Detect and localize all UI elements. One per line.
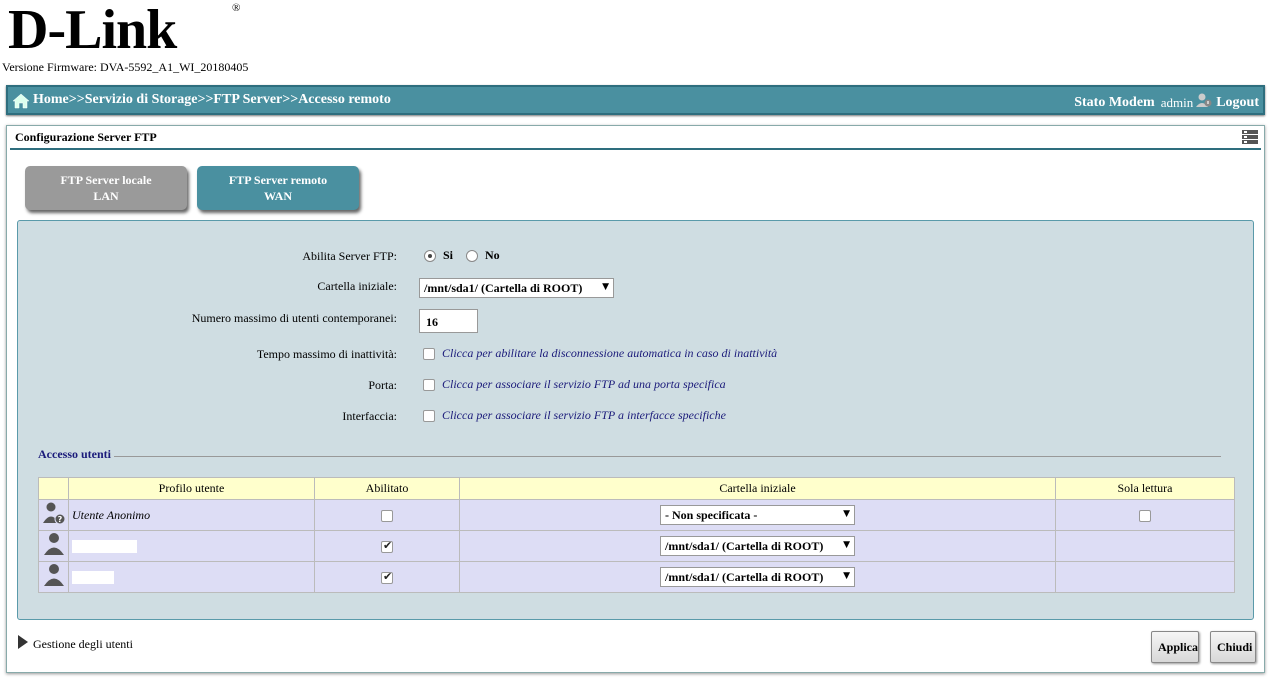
- header-sola-lettura: Sola lettura: [1055, 477, 1235, 500]
- table-row: ? Utente Anonimo - Non specificata - ▼: [38, 499, 1235, 531]
- tempo-checkbox[interactable]: [423, 348, 435, 361]
- tempo-label: Tempo massimo di inattività:: [256, 347, 397, 361]
- table-row: /mnt/sda1/ (Cartella di ROOT) ▼: [38, 561, 1235, 593]
- user-folder-value: - Non specificata -: [665, 508, 758, 522]
- table-row: /mnt/sda1/ (Cartella di ROOT) ▼: [38, 530, 1235, 562]
- header-icon-col: [38, 477, 69, 500]
- panel-divider: [10, 148, 1261, 150]
- caret-right-icon: [17, 634, 29, 654]
- abilita-label: Abilita Server FTP:: [302, 249, 397, 263]
- abilitato-cell: [314, 499, 460, 531]
- cartella-select[interactable]: /mnt/sda1/ (Cartella di ROOT) ▼: [419, 278, 614, 298]
- interfaccia-hint: Clicca per associare il servizio FTP a i…: [442, 408, 726, 422]
- chiudi-button[interactable]: Chiudi: [1210, 631, 1256, 663]
- home-icon[interactable]: [12, 93, 30, 114]
- firmware-version: Versione Firmware: DVA-5592_A1_WI_201804…: [2, 60, 249, 74]
- tab-lan-line1: FTP Server locale: [60, 173, 152, 187]
- chevron-down-icon: ▼: [843, 540, 850, 550]
- current-user: admin: [1160, 94, 1194, 110]
- config-box: Abilita Server FTP: Si No Cartella inizi…: [17, 220, 1254, 620]
- porta-row: Clicca per associare il servizio FTP ad …: [423, 377, 726, 392]
- sola-lettura-cell: [1055, 499, 1235, 531]
- cartella-cell: - Non specificata - ▼: [459, 499, 1056, 531]
- abilitato-checkbox[interactable]: [381, 509, 393, 522]
- user-folder-select[interactable]: - Non specificata - ▼: [660, 505, 855, 525]
- user-folder-value: /mnt/sda1/ (Cartella di ROOT): [665, 539, 824, 553]
- user-folder-select[interactable]: /mnt/sda1/ (Cartella di ROOT) ▼: [660, 567, 855, 587]
- sola-lettura-checkbox[interactable]: [1139, 509, 1151, 522]
- list-icon[interactable]: [1242, 129, 1258, 149]
- tempo-row: Clicca per abilitare la disconnessione a…: [423, 346, 777, 361]
- panel-title: Configurazione Server FTP: [15, 130, 157, 144]
- interfaccia-label: Interfaccia:: [342, 409, 397, 423]
- gestione-utenti-label: Gestione degli utenti: [33, 636, 133, 651]
- max-utenti-input[interactable]: 16: [419, 309, 478, 333]
- ftp-config-panel: Configurazione Server FTP FTP Server loc…: [6, 125, 1265, 673]
- svg-text:?: ?: [57, 515, 62, 524]
- anonymous-user-icon: ?: [42, 502, 66, 528]
- porta-label: Porta:: [368, 378, 397, 392]
- cartella-cell: /mnt/sda1/ (Cartella di ROOT) ▼: [459, 561, 1056, 593]
- interfaccia-checkbox[interactable]: [423, 410, 435, 423]
- radio-no[interactable]: [466, 250, 479, 263]
- tab-wan-line1: FTP Server remoto: [228, 173, 328, 187]
- header-cartella: Cartella iniziale: [459, 477, 1056, 500]
- breadcrumb[interactable]: Home>>Servizio di Storage>>FTP Server>>A…: [33, 92, 391, 108]
- sola-lettura-cell: [1055, 530, 1235, 562]
- chevron-down-icon: ▼: [843, 571, 850, 581]
- abilitato-cell: [314, 530, 460, 562]
- header-profilo: Profilo utente: [68, 477, 315, 500]
- nav-right: Stato Modem admin Logout: [1074, 92, 1259, 113]
- tab-ftp-lan[interactable]: FTP Server locale LAN: [25, 166, 187, 210]
- header-abilitato: Abilitato: [314, 477, 460, 500]
- porta-checkbox[interactable]: [423, 379, 435, 392]
- tab-ftp-wan[interactable]: FTP Server remoto WAN: [197, 166, 359, 210]
- chevron-down-icon: ▼: [602, 282, 609, 292]
- abilitato-checkbox[interactable]: [381, 539, 393, 553]
- accesso-utenti-title: Accesso utenti: [38, 447, 111, 461]
- abilita-radios: Si No: [424, 248, 500, 263]
- user-name: [68, 561, 315, 593]
- users-table: Profilo utente Abilitato Cartella inizia…: [38, 477, 1235, 593]
- abilitato-cell: [314, 561, 460, 593]
- sola-lettura-cell: [1055, 561, 1235, 593]
- applica-button[interactable]: Applica: [1151, 631, 1199, 663]
- user-icon: [42, 564, 66, 590]
- tempo-hint: Clicca per abilitare la disconnessione a…: [442, 346, 778, 360]
- logo-text: D-Link: [8, 0, 177, 61]
- stato-modem-link[interactable]: Stato Modem: [1074, 95, 1155, 111]
- interfaccia-row: Clicca per associare il servizio FTP a i…: [423, 408, 726, 423]
- gestione-utenti-toggle[interactable]: Gestione degli utenti: [17, 634, 133, 654]
- cartella-cell: /mnt/sda1/ (Cartella di ROOT) ▼: [459, 530, 1056, 562]
- user-folder-value: /mnt/sda1/ (Cartella di ROOT): [665, 570, 824, 584]
- section-divider: [114, 456, 1221, 457]
- table-header-row: Profilo utente Abilitato Cartella inizia…: [38, 477, 1235, 500]
- tab-lan-line2: LAN: [93, 189, 119, 203]
- dlink-logo: D-Link: [8, 0, 177, 61]
- user-folder-select[interactable]: /mnt/sda1/ (Cartella di ROOT) ▼: [660, 536, 855, 556]
- cartella-label: Cartella iniziale:: [317, 279, 397, 293]
- porta-hint: Clicca per associare il servizio FTP ad …: [442, 377, 726, 391]
- user-icon-cell: [38, 530, 69, 562]
- cartella-select-value: /mnt/sda1/ (Cartella di ROOT): [424, 281, 583, 295]
- abilitato-checkbox[interactable]: [381, 570, 393, 584]
- radio-no-label: No: [485, 248, 500, 262]
- user-name: Utente Anonimo: [68, 499, 315, 531]
- logout-link[interactable]: Logout: [1216, 95, 1259, 111]
- max-utenti-label: Numero massimo di utenti contemporanei:: [191, 311, 397, 325]
- tab-wan-line2: WAN: [263, 189, 292, 203]
- user-icon-cell: ?: [38, 499, 69, 531]
- user-logout-icon[interactable]: [1196, 92, 1212, 113]
- redacted-name: [72, 571, 114, 585]
- registered-mark: ®: [232, 2, 241, 14]
- radio-si[interactable]: [424, 250, 436, 263]
- top-navbar: Home>>Servizio di Storage>>FTP Server>>A…: [6, 85, 1265, 115]
- user-icon-cell: [38, 561, 69, 593]
- redacted-name: [72, 540, 137, 554]
- user-name: [68, 530, 315, 562]
- chevron-down-icon: ▼: [843, 509, 850, 519]
- radio-si-label: Si: [443, 248, 454, 262]
- user-icon: [42, 533, 66, 559]
